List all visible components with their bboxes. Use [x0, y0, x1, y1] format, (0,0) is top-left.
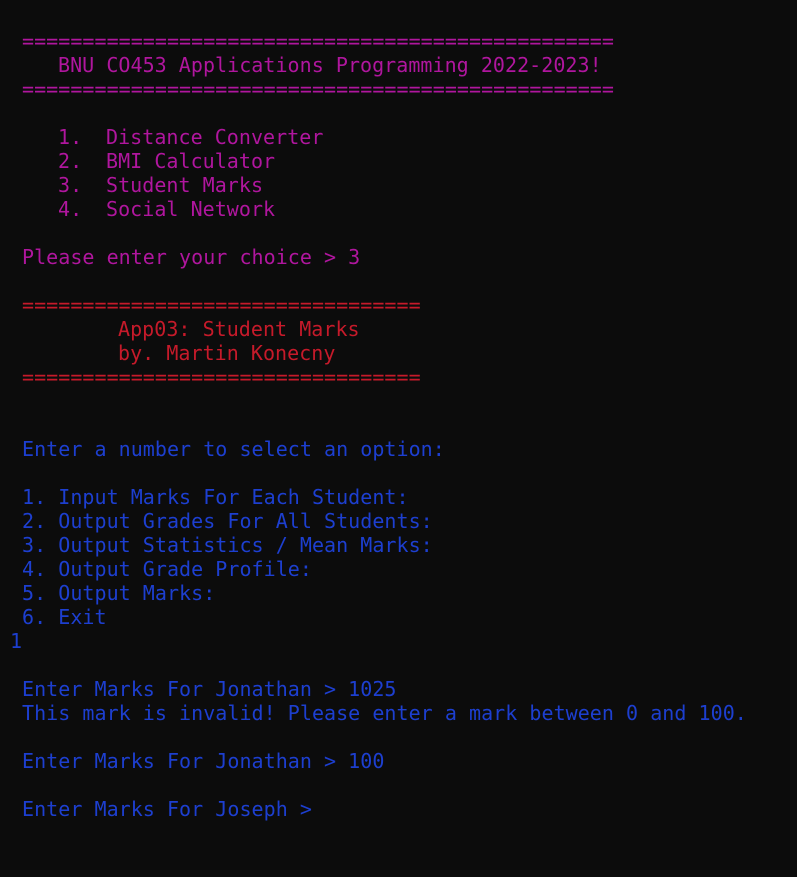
- main-menu-option-distance-converter: Distance Converter: [106, 125, 324, 149]
- marks-entry-line: Enter Marks For Jonathan > 100: [22, 749, 385, 773]
- main-menu-option-number: 3.: [58, 173, 83, 197]
- app-header-top-rule: =================================: [22, 293, 421, 317]
- marks-menu-option-grade-profile: 4. Output Grade Profile:: [22, 557, 312, 581]
- marks-menu-option-output-grades: 2. Output Grades For All Students:: [22, 509, 433, 533]
- app-header-author: by. Martin Konecny: [118, 341, 336, 365]
- marks-menu-option-output-marks: 5. Output Marks:: [22, 581, 216, 605]
- app-header-bottom-rule: =================================: [22, 365, 421, 389]
- main-menu-bottom-rule: ========================================…: [22, 77, 614, 101]
- app-header-title: App03: Student Marks: [118, 317, 360, 341]
- main-menu-title: BNU CO453 Applications Programming 2022-…: [58, 53, 602, 77]
- main-menu-option-number: 4.: [58, 197, 83, 221]
- marks-menu-option-input-marks: 1. Input Marks For Each Student:: [22, 485, 409, 509]
- invalid-mark-error: This mark is invalid! Please enter a mar…: [22, 701, 747, 725]
- main-menu-choice-prompt: Please enter your choice > 3: [22, 245, 361, 269]
- marks-menu-option-output-statistics: 3. Output Statistics / Mean Marks:: [22, 533, 433, 557]
- user-selection-input: 1: [10, 629, 23, 653]
- main-menu-top-rule: ========================================…: [22, 29, 614, 53]
- main-menu-option-bmi-calculator: BMI Calculator: [106, 149, 276, 173]
- main-menu-option-number: 2.: [58, 149, 83, 173]
- marks-menu-option-exit: 6. Exit: [22, 605, 107, 629]
- marks-entry-prompt-current[interactable]: Enter Marks For Joseph >: [22, 797, 312, 821]
- main-menu-option-social-network: Social Network: [106, 197, 276, 221]
- select-option-prompt: Enter a number to select an option:: [22, 437, 445, 461]
- marks-entry-line: Enter Marks For Jonathan > 1025: [22, 677, 397, 701]
- terminal-window[interactable]: ================================= =======…: [0, 0, 797, 877]
- main-menu-option-student-marks: Student Marks: [106, 173, 264, 197]
- main-menu-option-number: 1.: [58, 125, 83, 149]
